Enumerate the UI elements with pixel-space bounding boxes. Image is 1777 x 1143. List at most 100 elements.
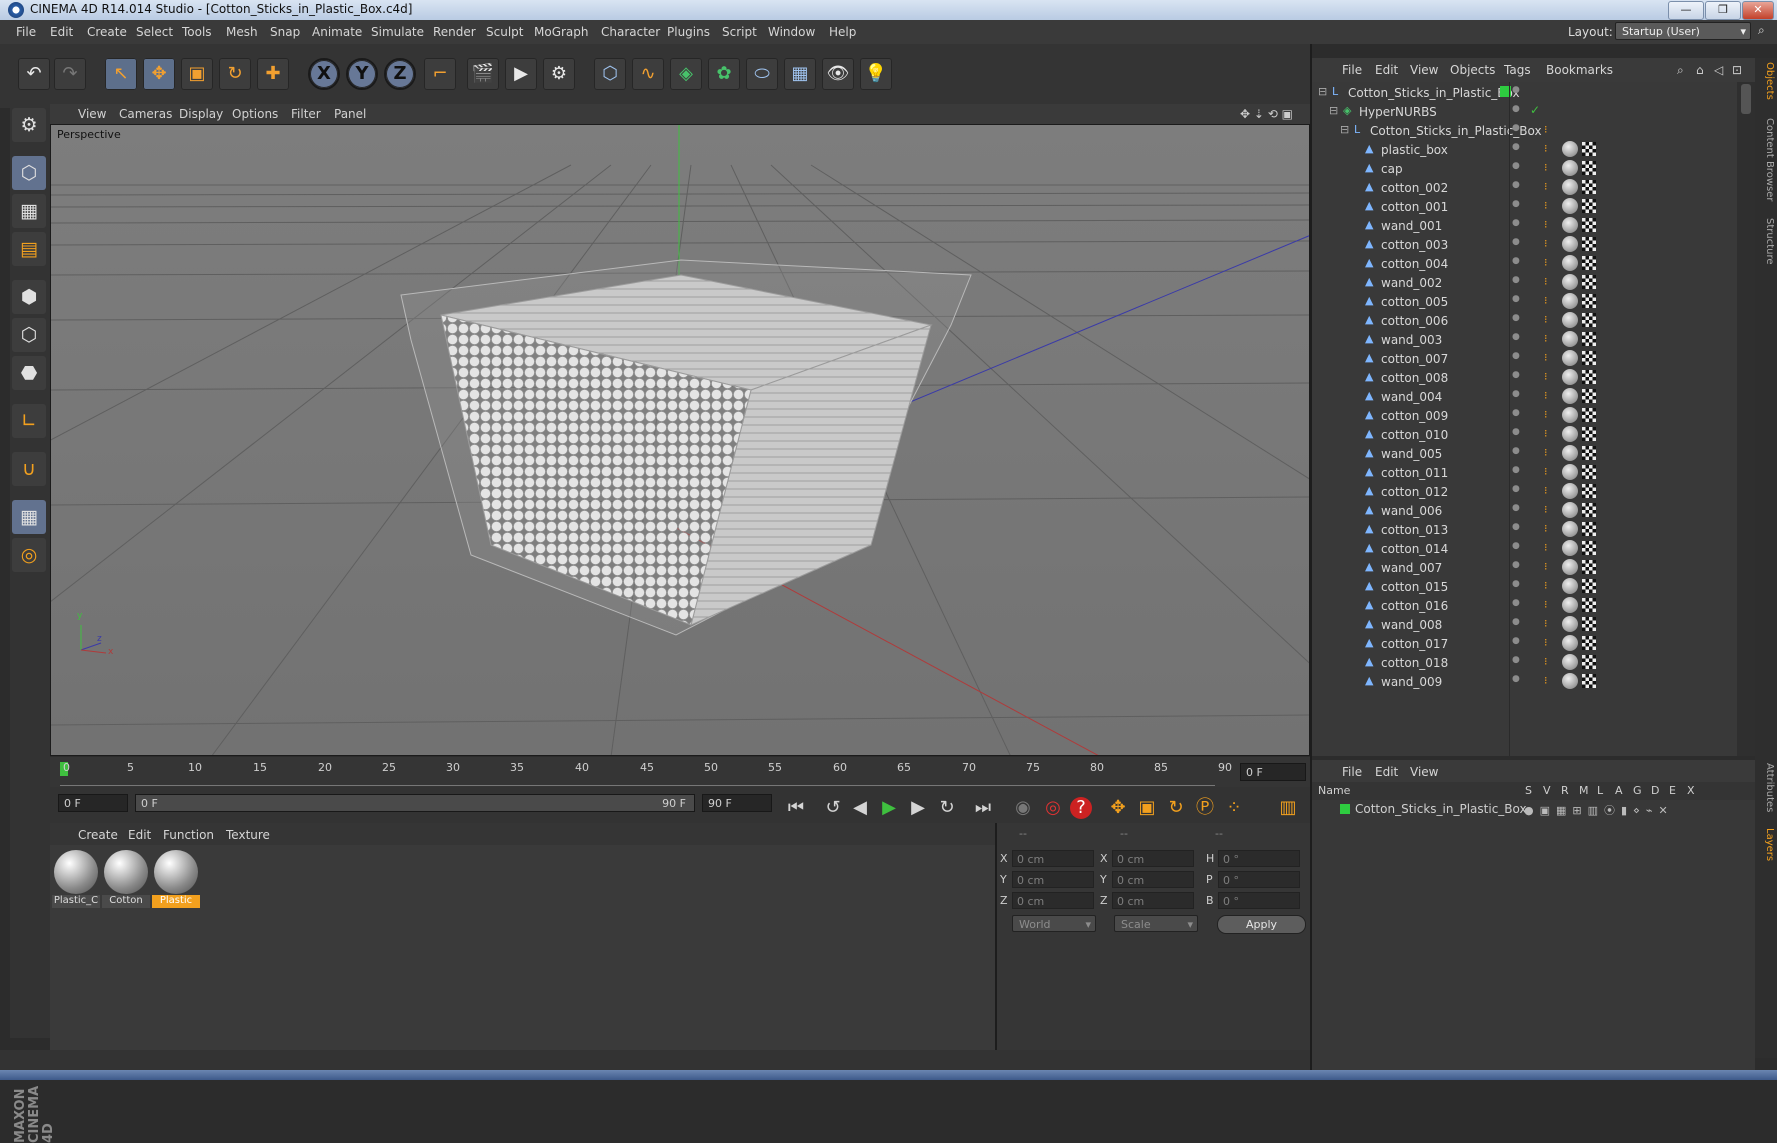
object-row[interactable]: ▲ cotton_002 ● ⁝ [1312,177,1737,198]
uvw-tag-icon[interactable] [1582,313,1596,327]
object-row[interactable]: ▲ cotton_012 ● ⁝ [1312,481,1737,502]
visibility-dots[interactable]: ● [1512,180,1520,190]
uvw-tag-icon[interactable] [1582,655,1596,669]
visibility-dots[interactable]: ● [1512,389,1520,399]
object-row[interactable]: ▲ wand_007 ● ⁝ [1312,557,1737,578]
material-tag-icon[interactable] [1562,464,1578,480]
material-tag-icon[interactable] [1562,350,1578,366]
menu-plugins[interactable]: Plugins [667,25,710,39]
current-frame-field[interactable]: 0 F [1240,763,1306,781]
viewport-menu-options[interactable]: Options [232,107,278,121]
timeline-ruler[interactable]: 0 5 10 15 20 25 30 35 40 45 50 55 60 65 … [50,757,1310,787]
visibility-dots[interactable]: ● [1512,579,1520,589]
object-row[interactable]: ▲ wand_001 ● ⁝ [1312,215,1737,236]
make-editable-icon[interactable]: ⚙ [12,108,46,142]
points-mode-icon[interactable]: ⬢ [12,280,46,314]
uvw-tag-icon[interactable] [1582,484,1596,498]
menu-character[interactable]: Character [601,25,660,39]
new-window-icon[interactable]: ⊡ [1732,63,1742,77]
object-row[interactable]: ▲ cotton_008 ● ⁝ [1312,367,1737,388]
material-tag-icon[interactable] [1562,673,1578,689]
coordinate-mode-dropdown[interactable]: Scale ▾ [1114,915,1198,932]
phong-tag-icon[interactable]: ⁝ [1544,428,1554,440]
uvw-tag-icon[interactable] [1582,617,1596,631]
material-tag-icon[interactable] [1562,160,1578,176]
object-name[interactable]: HyperNURBS [1359,105,1437,119]
z-axis-button[interactable]: Z [384,58,416,90]
uvw-tag-icon[interactable] [1582,332,1596,346]
material-tag-icon[interactable] [1562,635,1578,651]
phong-tag-icon[interactable]: ⁝ [1544,390,1554,402]
next-frame-button[interactable]: ▶ [905,796,931,820]
viewport-menu-cameras[interactable]: Cameras [119,107,172,121]
enabled-check-icon[interactable]: ✓ [1530,103,1540,117]
axis-mode-icon[interactable]: ∟ [12,404,46,438]
object-name[interactable]: cotton_002 [1381,181,1448,195]
object-row[interactable]: ▲ wand_008 ● ⁝ [1312,614,1737,635]
object-row[interactable]: ▲ cotton_013 ● ⁝ [1312,519,1737,540]
material-tag-icon[interactable] [1562,426,1578,442]
material-tag-icon[interactable] [1562,654,1578,670]
object-row[interactable]: ▲ cotton_001 ● ⁝ [1312,196,1737,217]
layer-row[interactable]: Cotton_Sticks_in_Plastic_Box ●▣▦⊞▥⦿▮⋄⌁✕ [1312,800,1755,820]
uvw-tag-icon[interactable] [1582,294,1596,308]
cube-object-button[interactable]: ⬡ [594,58,626,90]
uvw-tag-icon[interactable] [1582,503,1596,517]
tab-attributes[interactable]: Attributes [1757,763,1775,812]
object-name[interactable]: cotton_017 [1381,637,1448,651]
object-name[interactable]: wand_001 [1381,219,1442,233]
visibility-dots[interactable]: ● [1512,123,1520,133]
material-tag-icon[interactable] [1562,141,1578,157]
undo-button[interactable]: ↶ [18,58,50,90]
object-name[interactable]: wand_004 [1381,390,1442,404]
tab-content-browser[interactable]: Content Browser [1757,118,1775,201]
minimize-button[interactable]: — [1668,1,1704,20]
expand-toggle-icon[interactable]: ⊟ [1340,124,1352,136]
material-tag-icon[interactable] [1562,369,1578,385]
material-tag-icon[interactable] [1562,559,1578,575]
play-button[interactable]: ▶ [876,796,902,820]
om-menu-tags[interactable]: Tags [1504,63,1531,77]
visibility-dots[interactable]: ● [1512,446,1520,456]
position-y-field[interactable]: 0 cm [1012,871,1094,888]
menu-snap[interactable]: Snap [270,25,300,39]
visibility-dots[interactable]: ● [1512,237,1520,247]
object-name[interactable]: cotton_006 [1381,314,1448,328]
object-name[interactable]: cotton_009 [1381,409,1448,423]
floor-button[interactable]: ▦ [784,58,816,90]
object-row[interactable]: ⊟ L Cotton_Sticks_in_Plastic_Box ● ⁝ [1312,120,1737,141]
material-tag-icon[interactable] [1562,293,1578,309]
spline-button[interactable]: ∿ [632,58,664,90]
menu-animate[interactable]: Animate [312,25,362,39]
visibility-dots[interactable]: ● [1512,484,1520,494]
object-row[interactable]: ▲ cotton_014 ● ⁝ [1312,538,1737,559]
magnet-icon[interactable]: ∪ [12,452,46,486]
menu-mograph[interactable]: MoGraph [534,25,589,39]
back-icon[interactable]: ◁ [1714,63,1723,77]
visibility-dots[interactable]: ● [1512,104,1520,114]
material-tag-icon[interactable] [1562,407,1578,423]
object-row[interactable]: ▲ cap ● ⁝ [1312,158,1737,179]
uvw-tag-icon[interactable] [1582,522,1596,536]
phong-tag-icon[interactable]: ⁝ [1544,618,1554,630]
visibility-dots[interactable]: ● [1512,256,1520,266]
visibility-dots[interactable]: ● [1512,636,1520,646]
visibility-dots[interactable]: ● [1512,427,1520,437]
light-button[interactable]: 💡 [860,58,892,90]
record-button[interactable]: ◉ [1010,796,1036,820]
viewport-menu-panel[interactable]: Panel [334,107,366,121]
layout-select[interactable]: Startup (User) ▾ [1615,22,1751,40]
object-row[interactable]: ▲ cotton_016 ● ⁝ [1312,595,1737,616]
uvw-tag-icon[interactable] [1582,674,1596,688]
material-tag-icon[interactable] [1562,502,1578,518]
material-tag-icon[interactable] [1562,236,1578,252]
visibility-dots[interactable]: ● [1512,465,1520,475]
coordinate-system-button[interactable]: ⌐ [424,58,456,90]
material-tag-icon[interactable] [1562,388,1578,404]
render-view-button[interactable]: 🎬 [467,58,499,90]
uvw-tag-icon[interactable] [1582,218,1596,232]
uvw-tag-icon[interactable] [1582,256,1596,270]
nurbs-button[interactable]: ◈ [670,58,702,90]
object-name[interactable]: cotton_015 [1381,580,1448,594]
object-name[interactable]: wand_007 [1381,561,1442,575]
